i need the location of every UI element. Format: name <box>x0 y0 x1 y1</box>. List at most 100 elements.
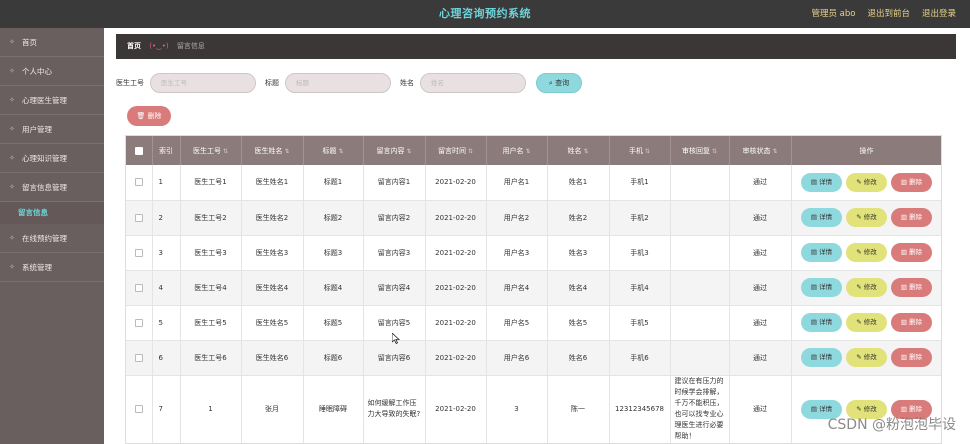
sort-icon[interactable]: ⇅ <box>712 148 717 155</box>
detail-button[interactable]: ▤ 详情 <box>801 243 842 262</box>
batch-delete-button[interactable]: 🗑︎ 删除 <box>127 106 171 126</box>
back-to-frontend-link[interactable]: 退出到前台 <box>867 0 910 28</box>
edit-button-label: 修改 <box>863 318 877 326</box>
column-header-status[interactable]: 审核状态 ⇅ <box>729 136 792 165</box>
column-header-time[interactable]: 留言时间 ⇅ <box>425 136 487 165</box>
table-cell-doc_id: 医生工号5 <box>180 305 242 341</box>
sidebar-item-doctors[interactable]: ✧ 心理医生管理 <box>0 86 104 115</box>
select-all-checkbox[interactable] <box>134 146 143 155</box>
table-cell-user: 用户名5 <box>486 305 548 341</box>
search-bar: 医生工号 医生工号 标题 标题 姓名 姓名 ⌕ 查询 <box>116 72 582 94</box>
detail-button[interactable]: ▤ 详情 <box>801 278 842 297</box>
edit-button-label: 修改 <box>863 177 877 186</box>
sort-icon[interactable]: ⇅ <box>284 148 289 155</box>
bullet-icon: ✧ <box>9 183 15 191</box>
sort-icon[interactable]: ⇅ <box>338 148 343 155</box>
breadcrumb-home[interactable]: 首页 <box>127 42 141 50</box>
row-select-cell[interactable] <box>126 165 153 201</box>
row-select-cell[interactable] <box>126 235 153 271</box>
name-input[interactable]: 姓名 <box>420 73 526 93</box>
sort-icon[interactable]: ⇅ <box>406 148 411 155</box>
sidebar-item-messages[interactable]: ✧ 留言信息管理 <box>0 173 104 202</box>
logout-link[interactable]: 退出登录 <box>922 0 956 28</box>
title-input[interactable]: 标题 <box>285 73 391 93</box>
edit-button[interactable]: ✎ 修改 <box>846 243 887 262</box>
query-button[interactable]: ⌕ 查询 <box>536 73 582 93</box>
doctor-id-input[interactable]: 医生工号 <box>150 73 256 93</box>
delete-button[interactable]: ▥ 删除 <box>891 243 932 262</box>
delete-button[interactable]: ▥ 删除 <box>891 208 932 227</box>
detail-button-label: 详情 <box>819 248 833 256</box>
column-header-doctor-id[interactable]: 医生工号 ⇅ <box>180 136 242 165</box>
edit-button-label: 修改 <box>863 213 877 221</box>
column-header-content[interactable]: 留言内容 ⇅ <box>363 136 426 165</box>
column-header-username[interactable]: 用户名 ⇅ <box>486 136 548 165</box>
table-row[interactable]: 5 医生工号5 医生姓名5 标题5 留言内容5 2021-02-20 用户名5 姓名5 手机5 通… <box>126 305 941 341</box>
sort-icon[interactable]: ⇅ <box>583 148 588 155</box>
column-header-title[interactable]: 标题 ⇅ <box>303 136 364 165</box>
edit-button[interactable]: ✎ 修改 <box>846 208 887 227</box>
column-header-reply[interactable]: 审核回复 ⇅ <box>670 136 730 165</box>
table-cell-doc_name: 医生姓名2 <box>241 200 304 236</box>
sort-icon[interactable]: ⇅ <box>645 148 650 155</box>
table-cell-time: 2021-02-20 <box>425 340 487 376</box>
column-header-label: 医生姓名 <box>254 146 283 155</box>
edit-button[interactable]: ✎ 修改 <box>846 348 887 367</box>
row-checkbox[interactable] <box>134 318 143 327</box>
edit-button[interactable]: ✎ 修改 <box>846 278 887 297</box>
row-checkbox[interactable] <box>134 248 143 257</box>
admin-label: 管理员 abo <box>811 9 856 19</box>
sidebar-item-knowledge[interactable]: ✧ 心理知识管理 <box>0 144 104 173</box>
delete-button[interactable]: ▥ 删除 <box>891 172 932 192</box>
detail-button-label: 详情 <box>819 404 833 413</box>
sidebar-item-profile[interactable]: ✧ 个人中心 <box>0 57 104 86</box>
edit-button[interactable]: ✎ 修改 <box>846 313 887 332</box>
column-header-name[interactable]: 姓名 ⇅ <box>547 136 610 165</box>
delete-button[interactable]: ▥ 删除 <box>891 313 932 332</box>
row-checkbox[interactable] <box>134 283 143 292</box>
detail-button[interactable]: ▤ 详情 <box>801 208 842 227</box>
sort-icon[interactable]: ⇅ <box>223 148 228 155</box>
row-checkbox[interactable] <box>134 405 143 413</box>
table-cell-status: 通过 <box>729 200 792 236</box>
detail-button[interactable]: ▤ 详情 <box>801 313 842 332</box>
row-checkbox[interactable] <box>134 213 143 222</box>
breadcrumb: 首页 (•‿•) 留言信息 <box>116 34 956 59</box>
row-select-cell[interactable] <box>126 200 153 236</box>
delete-button[interactable]: ▥ 删除 <box>891 348 932 367</box>
sidebar-subitem-message-info[interactable]: 留言信息 <box>0 202 104 224</box>
sidebar-item-system[interactable]: ✧ 系统管理 <box>0 253 104 282</box>
table-row[interactable]: 6 医生工号6 医生姓名6 标题6 留言内容6 2021-02-20 用户名6 姓名6 手机6 通… <box>126 340 941 376</box>
row-checkbox[interactable] <box>134 353 143 362</box>
sidebar-item-users[interactable]: ✧ 用户管理 <box>0 115 104 144</box>
row-select-cell[interactable] <box>126 270 153 306</box>
column-header-label: 审核回复 <box>681 146 710 155</box>
delete-button[interactable]: ▥ 删除 <box>891 278 932 297</box>
sidebar-item-appointments[interactable]: ✧ 在线预约管理 <box>0 224 104 253</box>
table-row[interactable]: 4 医生工号4 医生姓名4 标题4 留言内容4 2021-02-20 用户名4 姓名4 手机4 通… <box>126 270 941 306</box>
table-cell-phone: 12312345678 <box>609 375 671 443</box>
sort-icon[interactable]: ⇅ <box>772 148 777 155</box>
column-header-phone[interactable]: 手机 ⇅ <box>609 136 671 165</box>
sidebar-item-home[interactable]: ✧ 首页 <box>0 28 104 57</box>
pencil-icon: ✎ <box>856 353 864 361</box>
table-row[interactable]: 1 医生工号1 医生姓名1 标题1 留言内容1 2021-02-20 用户名1 姓名1 手机1 通… <box>126 165 941 201</box>
row-select-cell[interactable] <box>126 375 153 443</box>
table-cell-title: 标题6 <box>303 340 364 376</box>
column-header-label: 留言时间 <box>437 146 466 155</box>
sort-icon[interactable]: ⇅ <box>468 148 473 155</box>
table-row[interactable]: 7 1 张月 睡眠障碍 如何缓解工作压力大导致的失眠? 2021-02-20 3 陈一 1231… <box>126 375 941 443</box>
table-row[interactable]: 2 医生工号2 医生姓名2 标题2 留言内容2 2021-02-20 用户名2 姓名2 手机2 通… <box>126 200 941 236</box>
edit-button[interactable]: ✎ 修改 <box>846 172 887 192</box>
column-header-doctor-name[interactable]: 医生姓名 ⇅ <box>241 136 304 165</box>
column-header-label: 手机 <box>628 146 643 155</box>
table-row[interactable]: 3 医生工号3 医生姓名3 标题3 留言内容3 2021-02-20 用户名3 姓名3 手机3 通… <box>126 235 941 271</box>
row-checkbox[interactable] <box>134 178 143 187</box>
select-all-cell[interactable] <box>126 136 153 165</box>
detail-button[interactable]: ▤ 详情 <box>801 172 842 192</box>
detail-button[interactable]: ▤ 详情 <box>801 348 842 367</box>
bullet-icon: ✧ <box>9 125 15 133</box>
row-select-cell[interactable] <box>126 340 153 376</box>
sort-icon[interactable]: ⇅ <box>525 148 530 155</box>
row-select-cell[interactable] <box>126 305 153 341</box>
